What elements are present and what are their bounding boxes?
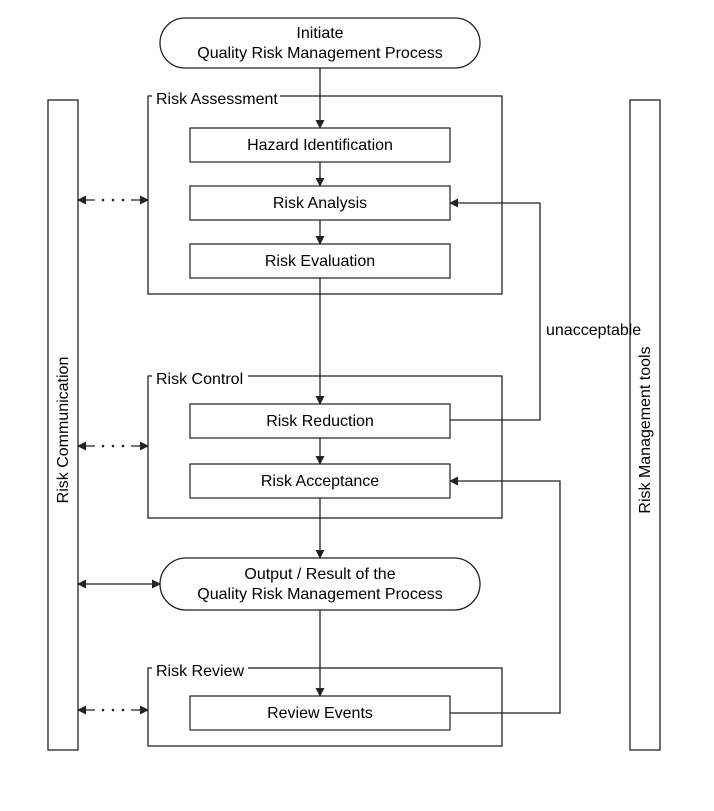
risk-review-phase: Risk Review Review Events	[148, 662, 502, 746]
risk-control-phase: Risk Control Risk Reduction Risk Accepta…	[148, 370, 502, 518]
risk-reduction-label: Risk Reduction	[266, 413, 374, 430]
initiate-node: Initiate Quality Risk Management Process	[160, 18, 480, 68]
risk-analysis-label: Risk Analysis	[273, 195, 367, 212]
risk-evaluation-label: Risk Evaluation	[265, 253, 375, 270]
risk-management-tools-label: Risk Management tools	[637, 346, 654, 513]
review-events-label: Review Events	[267, 705, 373, 722]
review-title: Risk Review	[156, 663, 244, 680]
comm-link-review	[78, 709, 148, 712]
output-line2: Quality Risk Management Process	[197, 586, 442, 603]
risk-assessment-phase: Risk Assessment Hazard Identification Ri…	[148, 90, 502, 294]
initiate-line1: Initiate	[296, 25, 343, 42]
comm-link-control	[78, 445, 148, 448]
risk-management-tools-sidebar: Risk Management tools	[630, 100, 660, 750]
unacceptable-feedback: unacceptable	[450, 203, 641, 420]
risk-communication-label: Risk Communication	[55, 357, 72, 504]
output-line1: Output / Result of the	[244, 566, 395, 583]
output-node: Output / Result of the Quality Risk Mana…	[160, 558, 480, 610]
comm-link-assessment	[78, 199, 148, 202]
assessment-title: Risk Assessment	[156, 91, 278, 108]
control-title: Risk Control	[156, 371, 243, 388]
risk-acceptance-label: Risk Acceptance	[261, 473, 379, 490]
qrm-flow-diagram: Initiate Quality Risk Management Process…	[0, 0, 714, 811]
initiate-line2: Quality Risk Management Process	[197, 45, 442, 62]
unacceptable-label: unacceptable	[546, 322, 641, 339]
risk-communication-sidebar: Risk Communication	[48, 100, 78, 750]
hazard-id-label: Hazard Identification	[247, 137, 393, 154]
